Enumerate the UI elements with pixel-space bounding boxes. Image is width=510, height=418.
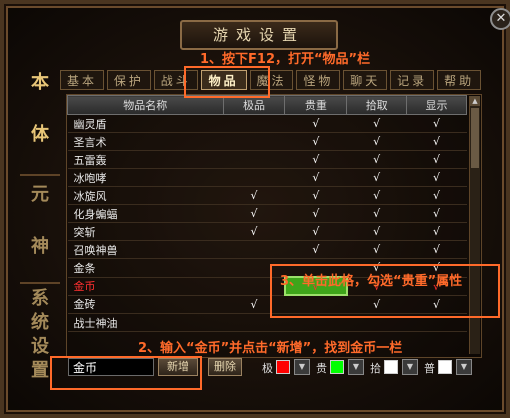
- side-nav-char-6[interactable]: 统: [22, 310, 58, 336]
- side-nav-char-4[interactable]: 神: [22, 234, 58, 260]
- annotation-step2: 2、输入“金币”并点击“新增”，找到金币一栏: [138, 341, 403, 356]
- table-row[interactable]: 五雷轰 √ √ √: [67, 150, 467, 169]
- table-row[interactable]: 突斩 √ √ √ √: [67, 222, 467, 241]
- guizhong-cell[interactable]: √: [284, 204, 347, 223]
- shiqu-cell[interactable]: √: [346, 168, 407, 187]
- side-nav-char-2[interactable]: 体: [22, 122, 58, 148]
- item-name: 金条: [67, 258, 224, 278]
- table-row[interactable]: 幽灵盾 √ √ √: [67, 114, 467, 133]
- shiqu-cell[interactable]: √: [346, 240, 407, 259]
- xianshi-cell[interactable]: √: [406, 150, 467, 169]
- jipin-cell[interactable]: [223, 132, 285, 151]
- column-header-jipin[interactable]: 极品: [222, 95, 286, 115]
- item-list-panel: 物品名称 极品 贵重 拾取 显示 幽灵盾 √ √ √ 圣言术 √ √ √ 五雷轰…: [66, 94, 482, 358]
- xianshi-cell[interactable]: √: [406, 114, 467, 133]
- item-name: 战士神油: [67, 313, 224, 332]
- item-name: 冰旋风: [67, 186, 224, 205]
- shiqu-cell[interactable]: √: [346, 204, 407, 223]
- column-header-xianshi[interactable]: 显示: [406, 95, 467, 115]
- scroll-up-icon[interactable]: ▲: [470, 96, 480, 106]
- guizhong-cell[interactable]: √: [284, 114, 347, 133]
- side-divider: [20, 282, 60, 284]
- guizhong-color-swatch[interactable]: [330, 360, 344, 374]
- annotation-box-tab: [184, 66, 270, 98]
- tab-monster[interactable]: 怪物: [296, 70, 341, 90]
- shiqu-cell[interactable]: √: [346, 114, 407, 133]
- guizhong-cell[interactable]: √: [284, 150, 347, 169]
- table-row[interactable]: 冰旋风 √ √ √ √: [67, 186, 467, 205]
- chevron-down-icon[interactable]: ▼: [348, 359, 364, 375]
- tab-help[interactable]: 帮助: [437, 70, 482, 90]
- shiqu-cell[interactable]: √: [346, 150, 407, 169]
- jipin-color-label: 极: [262, 362, 273, 375]
- shiqu-cell[interactable]: √: [346, 132, 407, 151]
- chevron-down-icon[interactable]: ▼: [294, 359, 310, 375]
- jipin-cell[interactable]: [223, 150, 285, 169]
- shiqu-cell[interactable]: √: [346, 222, 407, 241]
- chevron-down-icon[interactable]: ▼: [456, 359, 472, 375]
- column-header-guizhong[interactable]: 贵重: [284, 95, 348, 115]
- tab-basic[interactable]: 基本: [60, 70, 104, 90]
- jipin-cell[interactable]: √: [223, 204, 285, 223]
- tab-chat[interactable]: 聊天: [343, 70, 388, 90]
- side-nav-char-1[interactable]: 本: [22, 70, 58, 96]
- jipin-color-swatch[interactable]: [276, 360, 290, 374]
- table-row[interactable]: 圣言术 √ √ √: [67, 132, 467, 151]
- guizhong-cell[interactable]: √: [284, 222, 347, 241]
- xianshi-cell[interactable]: √: [406, 204, 467, 223]
- guizhong-cell[interactable]: √: [284, 132, 347, 151]
- scroll-thumb[interactable]: [471, 108, 479, 168]
- table-row[interactable]: 冰咆哮 √ √ √: [67, 168, 467, 187]
- settings-window: 游戏设置 ✕ 本 体 元 神 系 统 设 置 基本 保护 战斗 物品 魔法 怪物…: [0, 0, 510, 418]
- item-name: 突斩: [67, 222, 224, 241]
- jipin-cell[interactable]: √: [223, 186, 285, 205]
- item-name: 圣言术: [67, 132, 224, 151]
- shiqu-cell[interactable]: √: [346, 186, 407, 205]
- side-nav-char-3[interactable]: 元: [22, 182, 58, 208]
- guizhong-color-label: 贵: [316, 362, 327, 375]
- shiqu-color-label: 拾: [370, 362, 381, 375]
- putong-color-swatch[interactable]: [438, 360, 452, 374]
- xianshi-cell[interactable]: √: [406, 240, 467, 259]
- annotation-box-input: [50, 356, 202, 390]
- item-name: 幽灵盾: [67, 114, 224, 133]
- chevron-down-icon[interactable]: ▼: [402, 359, 418, 375]
- item-name: 化身蝙蝠: [67, 204, 224, 223]
- column-header-shiqu[interactable]: 拾取: [346, 95, 408, 115]
- putong-color-label: 普: [424, 362, 435, 375]
- column-header-name[interactable]: 物品名称: [67, 95, 224, 115]
- close-icon[interactable]: ✕: [490, 8, 510, 30]
- xianshi-cell[interactable]: √: [406, 132, 467, 151]
- xianshi-cell[interactable]: √: [406, 186, 467, 205]
- annotation-step1: 1、按下F12，打开“物品”栏: [200, 52, 371, 67]
- window-title: 游戏设置: [180, 20, 338, 50]
- annotation-box-cell: [270, 264, 500, 318]
- delete-item-button[interactable]: 删除: [208, 358, 242, 376]
- item-name: 冰咆哮: [67, 168, 224, 187]
- jipin-cell[interactable]: [223, 240, 285, 259]
- table-row[interactable]: 召唤神兽 √ √ √: [67, 240, 467, 259]
- xianshi-cell[interactable]: √: [406, 168, 467, 187]
- side-divider: [20, 174, 60, 176]
- xianshi-cell[interactable]: √: [406, 222, 467, 241]
- side-nav-char-5[interactable]: 系: [22, 286, 58, 312]
- tab-bar: 基本 保护 战斗 物品 魔法 怪物 聊天 记录 帮助: [60, 70, 484, 92]
- item-name: 金币: [67, 277, 224, 296]
- item-name: 召唤神兽: [67, 240, 224, 259]
- jipin-cell[interactable]: √: [223, 222, 285, 241]
- jipin-cell[interactable]: [223, 114, 285, 133]
- guizhong-cell[interactable]: √: [284, 186, 347, 205]
- guizhong-cell[interactable]: √: [284, 168, 347, 187]
- shiqu-color-swatch[interactable]: [384, 360, 398, 374]
- item-name: 金砖: [67, 295, 224, 314]
- tab-record[interactable]: 记录: [390, 70, 435, 90]
- jipin-cell[interactable]: [223, 168, 285, 187]
- item-name: 五雷轰: [67, 150, 224, 169]
- tab-protection[interactable]: 保护: [106, 70, 151, 90]
- guizhong-cell[interactable]: √: [284, 240, 347, 259]
- table-row[interactable]: 化身蝙蝠 √ √ √ √: [67, 204, 467, 223]
